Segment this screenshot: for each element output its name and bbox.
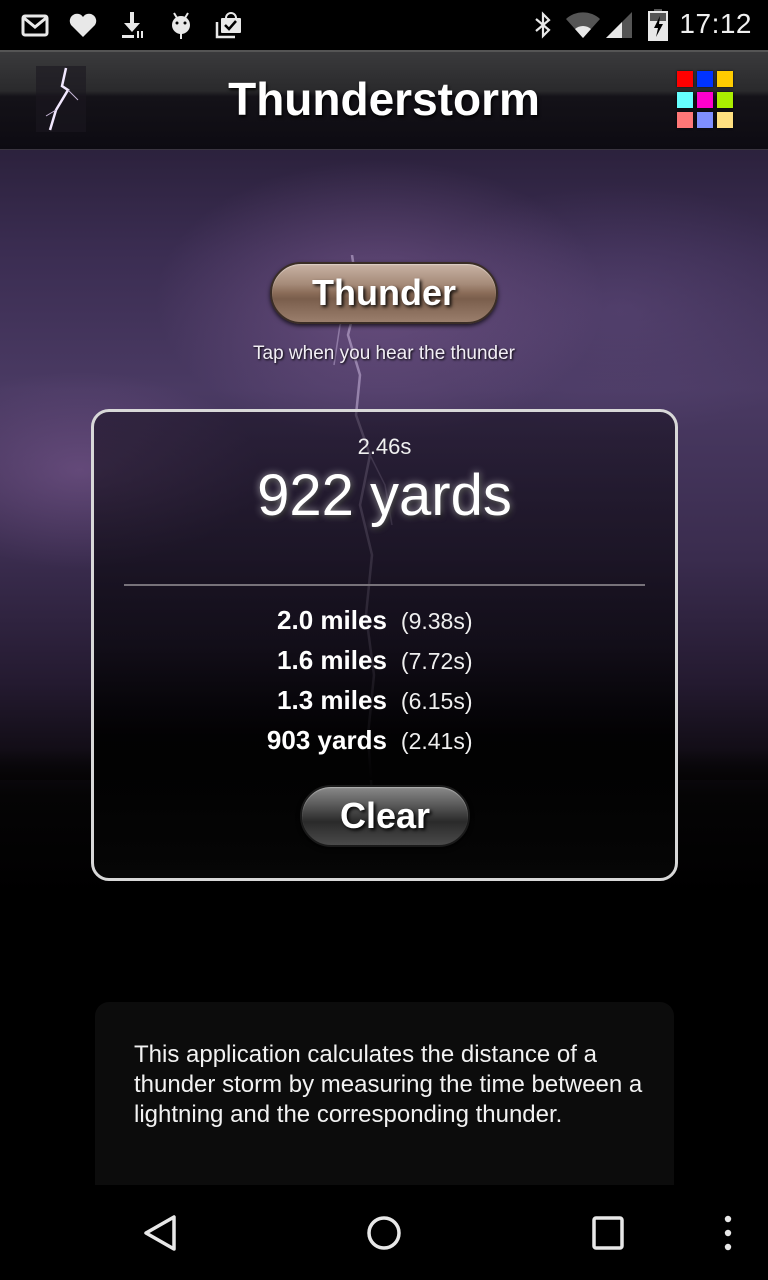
history-distance: 1.3 miles [277, 685, 387, 715]
color-grid-cell [697, 91, 713, 108]
heart-icon [69, 13, 97, 37]
cell-signal-icon [606, 12, 632, 38]
color-grid-cell [697, 71, 713, 87]
current-distance: 922 yards [257, 463, 512, 528]
android-debug-icon [172, 12, 190, 39]
color-grid-cell [677, 91, 693, 108]
history-distance: 903 yards [266, 725, 387, 755]
divider [124, 584, 645, 586]
overflow-menu-icon[interactable] [706, 1211, 750, 1255]
recents-icon[interactable] [586, 1211, 630, 1255]
color-grid-cell [677, 112, 693, 129]
history-distance: 1.6 miles [277, 645, 387, 675]
color-grid-cell [717, 112, 733, 129]
action-bar: Thunderstorm [0, 50, 768, 150]
history-row: 1.3 miles (6.15s) [94, 680, 675, 720]
color-grid-cell [717, 91, 733, 108]
clear-button[interactable]: Clear [300, 785, 470, 847]
history-distance: 2.0 miles [277, 605, 387, 635]
history-list: 2.0 miles (9.38s) 1.6 miles (7.72s) 1.3 … [94, 600, 675, 760]
download-icon [122, 12, 143, 38]
back-icon[interactable] [138, 1211, 182, 1255]
history-time: (2.41s) [400, 728, 473, 754]
shopping-bag-check-icon [215, 12, 241, 39]
info-box: This application calculates the distance… [95, 1002, 674, 1192]
status-time: 17:12 [679, 8, 752, 39]
thunder-button[interactable]: Thunder [270, 262, 498, 324]
history-row: 1.6 miles (7.72s) [94, 640, 675, 680]
color-grid-menu-button[interactable] [677, 71, 735, 129]
status-bar: 17:12 [0, 0, 768, 50]
history-row: 903 yards (2.41s) [94, 720, 675, 760]
history-time: (6.15s) [400, 688, 473, 714]
tap-hint: Tap when you hear the thunder [253, 343, 515, 364]
navigation-bar [0, 1185, 768, 1280]
color-grid-cell [697, 112, 713, 129]
color-grid-cell [717, 71, 733, 87]
info-text: This application calculates the distance… [134, 1041, 643, 1128]
battery-charging-icon [648, 9, 668, 41]
home-icon[interactable] [362, 1211, 406, 1255]
history-row: 2.0 miles (9.38s) [94, 600, 675, 640]
history-time: (7.72s) [400, 648, 473, 674]
history-time: (9.38s) [400, 608, 473, 634]
color-grid-cell [677, 71, 693, 87]
app-title: Thunderstorm [228, 73, 540, 125]
wifi-icon [566, 12, 600, 38]
result-card: 2.46s 922 yards 2.0 miles (9.38s) 1.6 mi… [91, 409, 678, 881]
gmail-icon [21, 14, 49, 37]
elapsed-time: 2.46s [357, 434, 412, 459]
bluetooth-icon [535, 11, 551, 39]
